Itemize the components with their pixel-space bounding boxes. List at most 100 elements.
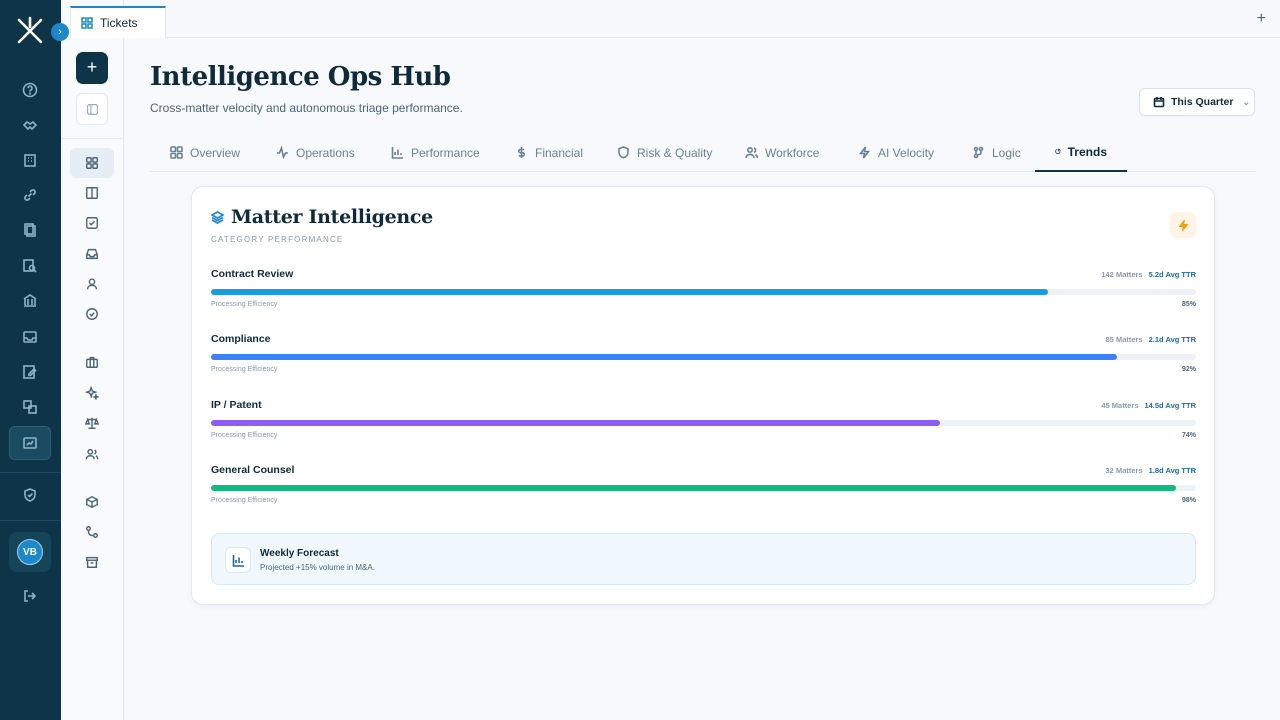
- category-row[interactable]: Compliance 85 Matters 2.1d Avg TTR Processi…: [211, 333, 1196, 385]
- tab-label: Operations: [296, 145, 355, 160]
- reports-icon[interactable]: [9, 426, 51, 460]
- tab-tickets[interactable]: Tickets: [70, 6, 166, 38]
- period-selector[interactable]: This Quarter ⌄: [1139, 88, 1255, 116]
- efficiency-label: Processing Efficiency: [211, 301, 278, 308]
- tab-performance[interactable]: Performance: [371, 133, 500, 172]
- checkbox-icon[interactable]: [82, 213, 102, 233]
- team-icon[interactable]: [82, 444, 102, 464]
- efficiency-percent: 92%: [1181, 366, 1196, 373]
- sparkles-icon[interactable]: [82, 383, 102, 403]
- category-stats: 45 Matters 14.5d Avg TTR: [1101, 401, 1196, 410]
- dashboard-grid-icon[interactable]: [70, 148, 114, 178]
- efficiency-bar-fill: [211, 354, 1118, 360]
- avg-ttr: 1.8d Avg TTR: [1148, 466, 1196, 475]
- grid-icon: [170, 146, 183, 159]
- tab-risk-quality[interactable]: Risk & Quality: [597, 133, 732, 172]
- tab-label: Risk & Quality: [637, 145, 713, 160]
- toggle-panel-button[interactable]: [76, 93, 108, 125]
- briefcase-icon[interactable]: [82, 352, 102, 372]
- avg-ttr: 2.1d Avg TTR: [1148, 335, 1196, 344]
- users-icon: [745, 146, 758, 159]
- tab-operations[interactable]: Operations: [256, 133, 375, 172]
- activity-icon: [277, 146, 288, 159]
- category-stats: 32 Matters 1.8d Avg TTR: [1106, 466, 1196, 475]
- grid-icon: [81, 17, 93, 29]
- dashboard-tabs: Overview Operations Performance Financia…: [150, 133, 1256, 172]
- tab-overview[interactable]: Overview: [150, 133, 260, 172]
- avatar[interactable]: VB: [17, 539, 43, 565]
- efficiency-bar-fill: [211, 289, 1049, 295]
- bolt-icon[interactable]: [1170, 212, 1196, 238]
- avg-ttr: 14.5d Avg TTR: [1144, 401, 1196, 410]
- user-icon[interactable]: [82, 274, 102, 294]
- inbox-icon[interactable]: [20, 327, 40, 347]
- link-icon[interactable]: [20, 185, 40, 205]
- app-rail: › VB: [0, 0, 69, 720]
- category-name: General Counsel: [211, 464, 295, 476]
- tab-label: Performance: [411, 145, 480, 160]
- bank-icon[interactable]: [20, 291, 40, 311]
- page-subtitle: Cross-matter velocity and autonomous tri…: [150, 101, 463, 115]
- documents-icon[interactable]: [20, 220, 40, 240]
- archive-icon[interactable]: [82, 552, 102, 572]
- tab-label: Trends: [1067, 144, 1107, 159]
- translate-icon[interactable]: [20, 397, 40, 417]
- matter-intelligence-card: Matter Intelligence CATEGORY PERFORMANCE…: [191, 186, 1215, 605]
- workflow-icon[interactable]: [82, 522, 102, 542]
- pie-chart-icon: [1055, 148, 1061, 154]
- tab-ai-velocity[interactable]: AI Velocity: [838, 133, 954, 172]
- tab-workforce[interactable]: Workforce: [725, 133, 839, 172]
- create-new-button[interactable]: +: [76, 52, 108, 84]
- layers-icon: [211, 210, 224, 224]
- scale-icon[interactable]: [82, 413, 102, 433]
- tab-logic[interactable]: Logic: [952, 133, 1041, 172]
- book-icon[interactable]: [82, 183, 102, 203]
- calendar-icon: [1153, 97, 1165, 108]
- weekly-forecast-panel[interactable]: Weekly Forecast Projected +15% volume in…: [211, 533, 1196, 585]
- expand-sidebar-button[interactable]: ›: [51, 23, 69, 41]
- tab-financial[interactable]: Financial: [495, 133, 603, 172]
- forecast-text: Projected +15% volume in M&A.: [260, 563, 375, 572]
- logout-icon[interactable]: [20, 586, 40, 606]
- tab-label: Financial: [535, 145, 584, 160]
- efficiency-label: Processing Efficiency: [211, 366, 278, 373]
- security-shield-icon[interactable]: [20, 485, 40, 505]
- matter-count: 85 Matters: [1105, 335, 1143, 344]
- shield-icon: [618, 146, 629, 159]
- handshake-icon[interactable]: [20, 115, 40, 135]
- forecast-title: Weekly Forecast: [260, 548, 339, 559]
- efficiency-label: Processing Efficiency: [211, 497, 278, 504]
- new-tab-button[interactable]: +: [1257, 10, 1266, 28]
- tab-label: Tickets: [100, 16, 138, 30]
- category-stats: 142 Matters 5.2d Avg TTR: [1101, 270, 1196, 279]
- period-label: This Quarter: [1171, 96, 1234, 108]
- category-row[interactable]: IP / Patent 45 Matters 14.5d Avg TTR Proces…: [211, 399, 1196, 451]
- card-subtitle: CATEGORY PERFORMANCE: [211, 235, 344, 244]
- bar-chart-icon: [391, 147, 403, 159]
- search-document-icon[interactable]: [20, 256, 40, 276]
- building-icon[interactable]: [20, 150, 40, 170]
- card-title: Matter Intelligence: [211, 206, 433, 228]
- tab-trends[interactable]: Trends: [1035, 133, 1127, 172]
- edit-document-icon[interactable]: [20, 362, 40, 382]
- tab-label: Logic: [992, 145, 1021, 160]
- category-row[interactable]: General Counsel 32 Matters 1.8d Avg TTR Pro…: [211, 464, 1196, 516]
- efficiency-bar-track: [211, 289, 1196, 295]
- matter-count: 142 Matters: [1101, 270, 1143, 279]
- cube-icon[interactable]: [82, 492, 102, 512]
- card-title-text: Matter Intelligence: [231, 206, 433, 228]
- app-logo[interactable]: [15, 16, 45, 46]
- category-name: Contract Review: [211, 268, 294, 280]
- mail-inbox-icon[interactable]: [82, 244, 102, 264]
- efficiency-bar-fill: [211, 420, 940, 426]
- matter-count: 32 Matters: [1105, 466, 1143, 475]
- help-icon[interactable]: [20, 80, 40, 100]
- page-title: Intelligence Ops Hub: [150, 62, 451, 92]
- dollar-icon: [517, 147, 526, 158]
- check-circle-icon[interactable]: [82, 304, 102, 324]
- secondary-sidebar: +: [61, 0, 124, 720]
- efficiency-bar-track: [211, 354, 1196, 360]
- tab-label: Overview: [190, 145, 241, 160]
- category-row[interactable]: Contract Review 142 Matters 5.2d Avg TTR Pr…: [211, 268, 1196, 320]
- user-avatar-container[interactable]: VB: [9, 532, 51, 572]
